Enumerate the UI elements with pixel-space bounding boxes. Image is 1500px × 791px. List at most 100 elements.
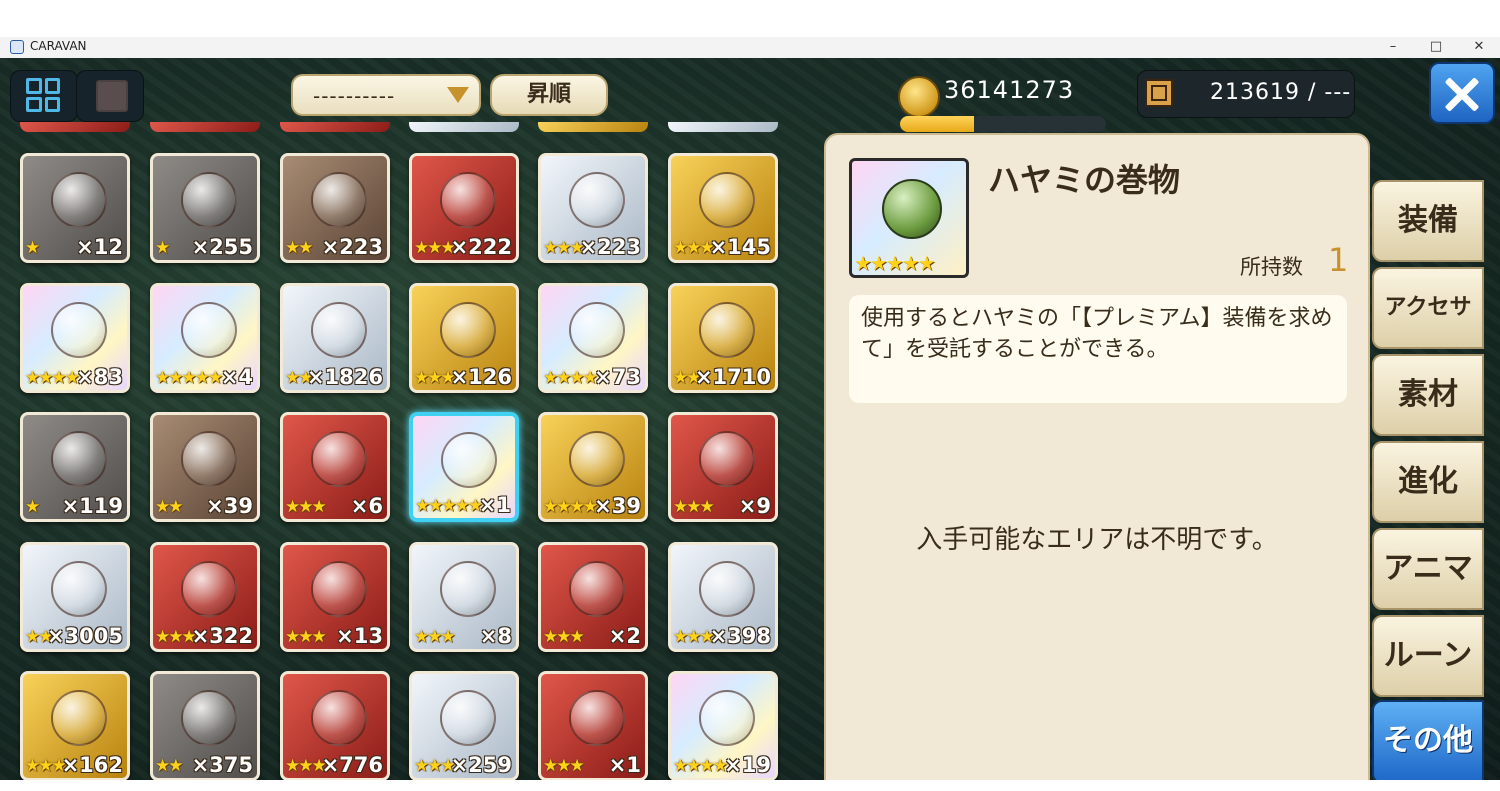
item-tile[interactable]: ★★★ ×13 (280, 542, 390, 652)
partial-item-tile[interactable] (150, 122, 260, 132)
item-tile[interactable]: ★★ ×223 (280, 153, 390, 263)
gold-progress-fill (900, 116, 975, 132)
item-tile[interactable]: ★★ ×3005 (20, 542, 130, 652)
item-icon (569, 561, 625, 617)
item-stars: ★★★★ (673, 756, 728, 776)
partial-item-tile[interactable] (538, 122, 648, 132)
window-title: CARAVAN (30, 39, 87, 53)
item-count: ×2 (608, 624, 641, 648)
item-tile[interactable]: ★★★★★ ×1 (409, 412, 519, 522)
item-stars: ★★★★ (543, 497, 598, 517)
item-count: ×222 (450, 235, 512, 259)
item-stars: ★★★ (414, 756, 456, 776)
item-count: ×1 (478, 493, 511, 517)
item-count: ×126 (450, 365, 512, 389)
item-icon (51, 561, 107, 617)
item-tile[interactable]: ★★★ ×259 (409, 671, 519, 780)
item-count: ×19 (724, 753, 771, 777)
item-stars: ★★★ (155, 627, 197, 647)
item-icon (181, 561, 237, 617)
item-stars: ★★★ (673, 497, 715, 517)
item-tile[interactable]: ★★★★★ ×4 (150, 283, 260, 393)
item-name: ハヤミの巻物 (988, 161, 1181, 199)
item-tile[interactable]: ★★★ ×1 (538, 671, 648, 780)
item-count: ×6 (350, 494, 383, 518)
item-tile[interactable]: ★★★ ×2 (538, 542, 648, 652)
tab-other[interactable]: その他 (1372, 700, 1484, 780)
item-stars: ★★★ (285, 627, 327, 647)
selected-item-icon: ★★★★★ (849, 158, 969, 278)
partial-item-tile[interactable] (20, 122, 130, 132)
item-count: ×13 (336, 624, 383, 648)
item-tile[interactable]: ★ ×119 (20, 412, 130, 522)
inventory-capacity: 213619 / --- (1137, 70, 1355, 118)
item-tile[interactable]: ★★★★ ×19 (668, 671, 778, 780)
partial-item-tile[interactable] (668, 122, 778, 132)
item-icon (311, 172, 367, 228)
item-icon (569, 302, 625, 358)
item-icon (311, 561, 367, 617)
item-count: ×4 (220, 365, 253, 389)
item-tile[interactable]: ★★★★ ×73 (538, 283, 648, 393)
maximize-button[interactable]: □ (1413, 37, 1459, 58)
item-icon (699, 690, 755, 746)
item-count: ×776 (321, 753, 383, 777)
item-count: ×145 (709, 235, 771, 259)
item-tile[interactable]: ★ ×255 (150, 153, 260, 263)
item-count: ×3005 (46, 624, 123, 648)
tab-evolution[interactable]: 進化 (1372, 441, 1484, 523)
app-icon (10, 40, 24, 54)
inventory-box-icon (1145, 79, 1173, 107)
item-icon (311, 431, 367, 487)
tab-equipment[interactable]: 装備 (1372, 180, 1484, 262)
item-stars: ★★★★ (543, 368, 598, 388)
item-tile[interactable]: ★★★ ×9 (668, 412, 778, 522)
item-icon (699, 431, 755, 487)
selected-item-stars: ★★★★★ (854, 251, 936, 275)
item-icon (311, 690, 367, 746)
item-tile[interactable]: ★★★ ×398 (668, 542, 778, 652)
item-tile[interactable]: ★★★★ ×39 (538, 412, 648, 522)
item-tile[interactable]: ★★★ ×776 (280, 671, 390, 780)
item-tile[interactable]: ★ ×12 (20, 153, 130, 263)
tab-rune[interactable]: ルーン (1372, 615, 1484, 697)
item-stars: ★★★ (414, 627, 456, 647)
owned-label: 所持数 (1240, 255, 1303, 279)
item-icon (440, 690, 496, 746)
coin-icon (898, 76, 940, 118)
item-stars: ★★★ (285, 497, 327, 517)
item-icon (569, 172, 625, 228)
item-tile[interactable]: ★★★ ×222 (409, 153, 519, 263)
item-tile[interactable]: ★★★ ×6 (280, 412, 390, 522)
item-tile[interactable]: ★★★ ×145 (668, 153, 778, 263)
partial-item-tile[interactable] (280, 122, 390, 132)
item-stars: ★★★ (673, 238, 715, 258)
item-count: ×255 (191, 235, 253, 259)
item-tile[interactable]: ★★ ×1710 (668, 283, 778, 393)
tab-anima[interactable]: アニマ (1372, 528, 1484, 610)
item-stars: ★ (25, 497, 40, 517)
item-tile[interactable]: ★★★ ×322 (150, 542, 260, 652)
close-icon[interactable] (1429, 62, 1495, 124)
item-tile[interactable]: ★★★ ×8 (409, 542, 519, 652)
tab-accessory[interactable]: アクセサリ (1372, 267, 1484, 398)
partial-item-tile[interactable] (409, 122, 519, 132)
item-icon (181, 302, 237, 358)
gold-progress-bar (900, 116, 1106, 132)
minimize-button[interactable]: – (1370, 37, 1416, 58)
gold-amount: 36141273 (944, 76, 1075, 104)
item-tile[interactable]: ★★ ×39 (150, 412, 260, 522)
item-tile[interactable]: ★★★★ ×83 (20, 283, 130, 393)
item-tile[interactable]: ★★ ×375 (150, 671, 260, 780)
item-count: ×8 (479, 624, 512, 648)
item-tile[interactable]: ★★ ×1826 (280, 283, 390, 393)
item-count: ×12 (76, 235, 123, 259)
item-icon (51, 690, 107, 746)
close-window-button[interactable]: ✕ (1456, 37, 1500, 58)
item-stars: ★★ (155, 756, 184, 776)
item-icon (699, 561, 755, 617)
item-tile[interactable]: ★★★ ×162 (20, 671, 130, 780)
item-tile[interactable]: ★★★ ×126 (409, 283, 519, 393)
tab-materials[interactable]: 素材 (1372, 354, 1484, 436)
item-tile[interactable]: ★★★ ×223 (538, 153, 648, 263)
